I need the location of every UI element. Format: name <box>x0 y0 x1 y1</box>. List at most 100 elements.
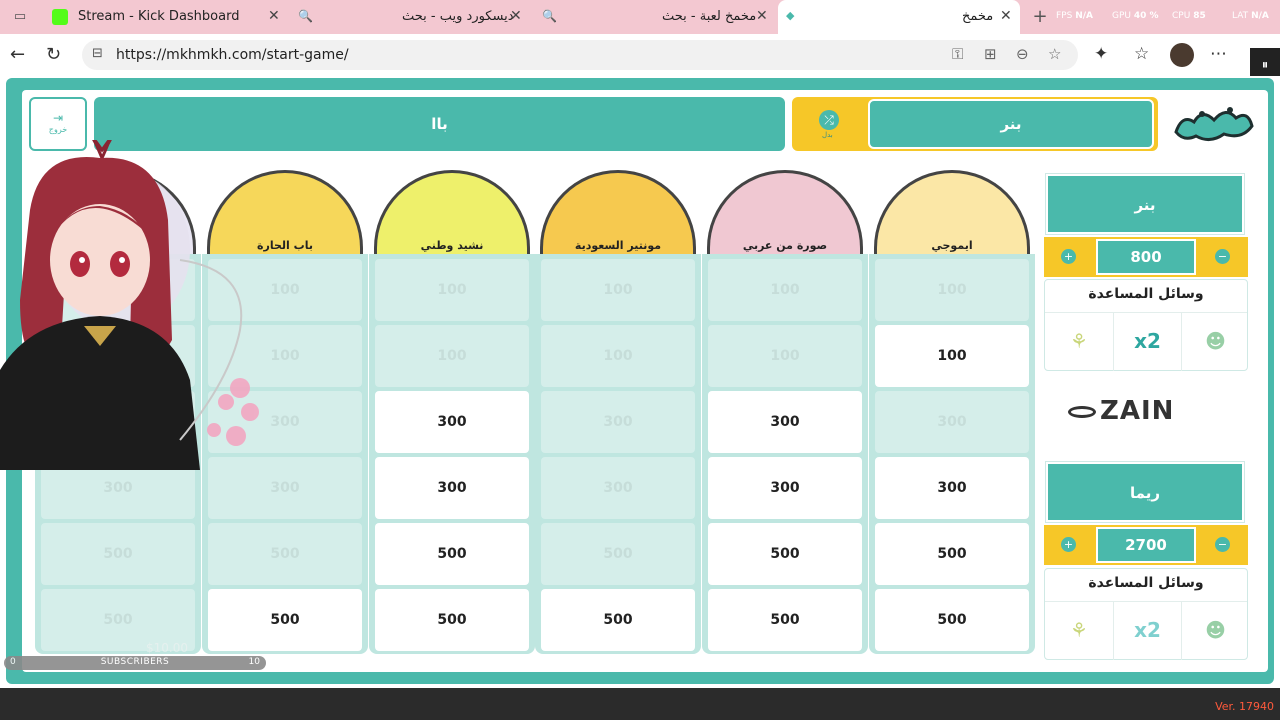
team2-score: 2700 <box>1096 527 1196 563</box>
exit-icon: ⇥ <box>52 111 64 125</box>
team2-minus-button[interactable]: − <box>1215 537 1230 552</box>
extensions-icon[interactable]: ✦ <box>1094 44 1108 64</box>
team2-aids-panel: وسائل المساعدة ⚘ x2 ☻ <box>1044 568 1248 660</box>
question-cell[interactable]: 100 <box>875 325 1029 387</box>
x2-icon[interactable]: x2 <box>1113 313 1181 371</box>
question-cell[interactable]: 500 <box>541 589 695 651</box>
aids-title: وسائل المساعدة <box>1088 286 1204 302</box>
question-cell: 100 <box>541 259 695 321</box>
tab-kick-dashboard[interactable]: Stream - Kick Dashboard ✕ <box>44 0 290 34</box>
team1-plus-button[interactable]: + <box>1061 249 1076 264</box>
kick-favicon-icon <box>52 9 68 25</box>
address-bar-row: ← ↻ ⊟ https://mkhmkh.com/start-game/ ⚿ ⊞… <box>0 34 1280 76</box>
favorite-star-icon[interactable]: ☆ <box>1048 45 1061 63</box>
team1-aids-panel: وسائل المساعدة ⚘ x2 ☻ <box>1044 279 1248 371</box>
cpu-readout: CPU 85 <box>1172 11 1206 21</box>
fps-readout: FPS N/A <box>1056 11 1093 21</box>
favorites-icon[interactable]: ☆ <box>1134 44 1149 64</box>
tab-discord-search[interactable]: 🔍 ديسكورد ويب - بحث ✕ <box>292 0 528 34</box>
more-menu-icon[interactable]: ⋯ <box>1210 44 1227 64</box>
person-icon[interactable]: ☻ <box>1181 313 1249 371</box>
category-name: صورة من عربي <box>742 239 828 252</box>
tab-title: مخمخ لعبة - بحث <box>662 9 757 24</box>
new-tab-icon[interactable]: + <box>1032 6 1048 27</box>
mkhmkh-logo <box>1174 107 1254 141</box>
question-cell[interactable]: 500 <box>375 589 529 651</box>
url-field[interactable]: ⊟ https://mkhmkh.com/start-game/ ⚿ ⊞ ⊖ ☆ <box>82 40 1078 70</box>
team2-name: ريما <box>1045 461 1245 523</box>
tab-title: مخمخ <box>962 9 994 24</box>
question-cell[interactable]: 300 <box>875 457 1029 519</box>
team2-plus-button[interactable]: + <box>1061 537 1076 552</box>
question-cell[interactable]: 500 <box>875 589 1029 651</box>
mkhmkh-favicon-icon: ◆ <box>786 9 795 22</box>
question-cell[interactable]: 500 <box>708 523 862 585</box>
tab-title: Stream - Kick Dashboard <box>78 9 240 24</box>
person-icon[interactable]: ☻ <box>1181 602 1249 660</box>
app-install-icon[interactable]: ⊞ <box>984 45 997 63</box>
question-cell: 500 <box>41 523 195 585</box>
profile-avatar[interactable] <box>1170 43 1194 67</box>
question-cell[interactable]: 300 <box>375 391 529 453</box>
lat-readout: LAT N/A <box>1232 11 1269 21</box>
team1-score-bar: + 800 − <box>1044 237 1248 277</box>
back-arrow-icon[interactable]: ← <box>10 44 25 65</box>
search-favicon-icon: 🔍 <box>542 9 557 23</box>
exit-label: خروج <box>48 125 68 134</box>
tab-game-search[interactable]: 🔍 مخمخ لعبة - بحث ✕ <box>538 0 774 34</box>
question-cell: 300 <box>541 457 695 519</box>
team-b-banner: بنر <box>868 99 1154 149</box>
search-favicon-icon: 🔍 <box>298 9 313 23</box>
question-cell[interactable]: 300 <box>708 457 862 519</box>
sponsor-logo: ZAIN <box>1068 396 1224 430</box>
swap-turn-icon[interactable]: ⤮ <box>819 110 839 130</box>
category-name: ايموجي <box>931 239 973 252</box>
question-cell[interactable]: 300 <box>708 391 862 453</box>
question-cell: 100 <box>708 325 862 387</box>
team1-name: بنر <box>1045 173 1245 235</box>
lemon-icon[interactable]: ⚘ <box>1045 313 1113 371</box>
question-cell: 100 <box>541 325 695 387</box>
reload-icon[interactable]: ↻ <box>46 44 61 65</box>
question-cell: 100 <box>375 325 529 387</box>
question-cell: 500 <box>208 523 362 585</box>
question-cell: 100 <box>375 259 529 321</box>
goal-max: 10 <box>248 657 260 667</box>
question-cell: 100 <box>875 259 1029 321</box>
question-cell: 100 <box>708 259 862 321</box>
question-cell[interactable]: 500 <box>875 523 1029 585</box>
tab-title: ديسكورد ويب - بحث <box>402 9 514 24</box>
question-cell: 300 <box>541 391 695 453</box>
team2-score-bar: + 2700 − <box>1044 525 1248 565</box>
team-b-banner-wrap: ⤮ بدل بنر <box>792 97 1158 151</box>
gpu-readout: GPU 40 % <box>1112 11 1159 21</box>
sponsor-text: ZAIN <box>1100 396 1175 426</box>
zoom-out-icon[interactable]: ⊖ <box>1016 45 1029 63</box>
question-cell[interactable]: 500 <box>375 523 529 585</box>
tab-close-icon[interactable]: ✕ <box>510 8 522 24</box>
vtuber-avatar-overlay <box>0 140 259 470</box>
version-label: Ver. 17940 <box>1215 700 1274 713</box>
tab-mkhmkh[interactable]: ◆ مخمخ ✕ <box>778 0 1020 34</box>
lemon-icon[interactable]: ⚘ <box>1045 602 1113 660</box>
subscriber-goal-meta: $10.00 <box>146 641 188 655</box>
sidebar-toggle-icon[interactable]: ▭ <box>12 9 28 25</box>
taskbar <box>0 688 1280 720</box>
url-text[interactable]: https://mkhmkh.com/start-game/ <box>116 47 349 63</box>
category-name: نشيد وطني <box>420 239 484 252</box>
team1-score: 800 <box>1096 239 1196 275</box>
question-cell[interactable]: 500 <box>208 589 362 651</box>
tab-close-icon[interactable]: ✕ <box>1000 8 1012 24</box>
swap-label: بدل <box>822 131 833 139</box>
zain-swirl-icon <box>1068 405 1096 418</box>
tab-close-icon[interactable]: ✕ <box>756 8 768 24</box>
question-cell[interactable]: 500 <box>708 589 862 651</box>
team1-minus-button[interactable]: − <box>1215 249 1230 264</box>
subscriber-goal-bar: 0 SUBSCRIBERS 10 <box>4 656 266 670</box>
key-icon[interactable]: ⚿ <box>952 45 963 63</box>
x2-icon[interactable]: x2 <box>1113 602 1181 660</box>
category-name: مونتير السعودية <box>574 239 662 252</box>
site-info-icon[interactable]: ⊟ <box>92 46 103 61</box>
question-cell[interactable]: 300 <box>375 457 529 519</box>
tab-close-icon[interactable]: ✕ <box>268 8 280 24</box>
